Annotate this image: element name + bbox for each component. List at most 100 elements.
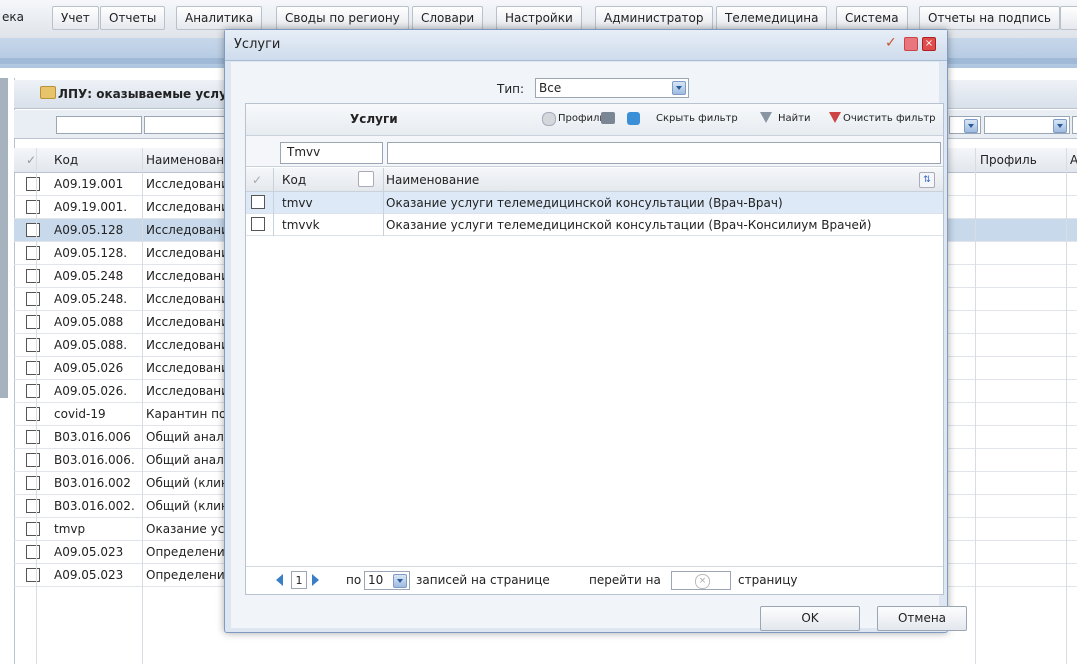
menu-item-svody[interactable]: Своды по региону (276, 6, 409, 30)
table-row[interactable]: tmvvk Оказание услуги телемедицинской кон… (246, 214, 943, 236)
sort-icon[interactable]: ⇅ (919, 172, 935, 188)
row-code: B03.016.006 (54, 430, 131, 444)
menu-item-nastroyki[interactable]: Настройки (496, 6, 582, 30)
filter-name-input[interactable] (387, 142, 941, 164)
grid-divider (1066, 148, 1067, 664)
menu-item-partial[interactable]: ека (0, 6, 32, 30)
row-checkbox[interactable] (26, 568, 40, 582)
grid-header: ✓ Код Наименование ⇅ (246, 168, 943, 192)
row-checkbox[interactable] (251, 217, 265, 231)
prev-page-icon[interactable] (276, 574, 283, 586)
row-checkbox[interactable] (26, 177, 40, 191)
row-name: Исследовани (146, 246, 229, 260)
clear-icon[interactable]: × (695, 574, 710, 589)
row-checkbox[interactable] (26, 338, 40, 352)
close-icon[interactable]: × (922, 37, 936, 51)
bg-filter-code[interactable] (56, 116, 142, 134)
upload-icon[interactable] (627, 112, 640, 125)
bg-filter-profile[interactable] (984, 116, 1070, 134)
page-number[interactable]: 1 (291, 571, 307, 589)
left-scrollbar[interactable] (0, 78, 8, 398)
menu-item-otchety[interactable]: Отчеты (100, 6, 166, 30)
type-label: Тип: (497, 82, 525, 96)
clear-filter-button[interactable]: Очистить фильтр (843, 113, 936, 124)
row-code: B03.016.006. (54, 453, 135, 467)
row-checkbox[interactable] (26, 223, 40, 237)
row-code: tmvp (54, 522, 86, 536)
row-checkbox[interactable] (26, 315, 40, 329)
clear-filter-icon (829, 112, 841, 123)
bg-filter-last[interactable] (1072, 116, 1077, 134)
row-code: A09.05.026 (54, 361, 124, 375)
per-page-select[interactable]: 10 (364, 571, 410, 590)
grid-divider (975, 148, 976, 664)
menu-item-more[interactable] (1060, 6, 1077, 30)
row-checkbox[interactable] (26, 269, 40, 283)
menu-item-sistema[interactable]: Система (836, 6, 908, 30)
menu-item-uchet[interactable]: Учет (52, 6, 99, 30)
find-button[interactable]: Найти (778, 113, 810, 124)
hide-filter-button[interactable]: Скрыть фильтр (656, 113, 738, 124)
chevron-down-icon[interactable] (393, 574, 407, 588)
row-name: Исследовани (146, 315, 229, 329)
bg-filter-name[interactable] (144, 116, 234, 134)
row-checkbox[interactable] (26, 361, 40, 375)
row-checkbox[interactable] (26, 476, 40, 490)
row-checkbox[interactable] (26, 246, 40, 260)
col-name[interactable]: Наименовани (146, 153, 232, 167)
row-checkbox[interactable] (26, 522, 40, 536)
grid-divider (142, 148, 143, 664)
row-code: B03.016.002 (54, 476, 131, 490)
grid-filter-row: Tmvv (246, 136, 943, 167)
bg-filter-dropdown[interactable] (949, 116, 981, 134)
row-checkbox[interactable] (26, 545, 40, 559)
table-row[interactable]: tmvv Оказание услуги телемедицинской конс… (246, 192, 943, 214)
row-name: Исследовани (146, 292, 229, 306)
chevron-down-icon[interactable] (672, 81, 686, 95)
menu-item-otchety-na-podpis[interactable]: Отчеты на подпись (919, 6, 1060, 30)
filter-code-input[interactable]: Tmvv (280, 142, 383, 164)
next-page-icon[interactable] (312, 574, 319, 586)
row-checkbox[interactable] (26, 499, 40, 513)
panel-title: ЛПУ: оказываемые услуг (58, 87, 234, 101)
minimize-icon[interactable] (904, 37, 918, 51)
row-checkbox[interactable] (26, 200, 40, 214)
row-name: Оказание услуги телемедицинской консульт… (386, 196, 783, 210)
row-checkbox[interactable] (26, 292, 40, 306)
row-checkbox[interactable] (26, 407, 40, 421)
row-name: Оказание усл (146, 522, 232, 536)
col-last[interactable]: А (1070, 153, 1077, 167)
cancel-button[interactable]: Отмена (877, 606, 967, 631)
dialog-body: Тип: Все Услуги Профиль Скрыть фильтр На… (231, 62, 967, 631)
row-checkbox[interactable] (251, 195, 265, 209)
type-select[interactable]: Все (535, 78, 689, 98)
per-page-value: 10 (368, 573, 384, 587)
col-code-menu[interactable] (358, 171, 374, 187)
page-label: страницу (738, 573, 798, 587)
menu-item-telemedicina[interactable]: Телемедицина (716, 6, 828, 30)
row-name: Исследовани (146, 361, 229, 375)
row-checkbox[interactable] (26, 430, 40, 444)
goto-page-input[interactable]: × (671, 571, 731, 590)
select-all-icon[interactable]: ✓ (252, 173, 262, 187)
menu-item-analitika[interactable]: Аналитика (176, 6, 263, 30)
menu-item-administrator[interactable]: Администратор (595, 6, 713, 30)
select-all-icon[interactable]: ✓ (26, 153, 36, 167)
col-code[interactable]: Код (282, 173, 306, 187)
row-code: A09.05.128. (54, 246, 128, 260)
check-icon[interactable]: ✓ (885, 36, 899, 50)
col-profile[interactable]: Профиль (980, 153, 1037, 167)
col-code[interactable]: Код (54, 153, 78, 167)
row-code: A09.05.248 (54, 269, 124, 283)
menu-item-slovari[interactable]: Словари (412, 6, 484, 30)
profile-button[interactable]: Профиль (558, 113, 605, 124)
row-checkbox[interactable] (26, 384, 40, 398)
col-name[interactable]: Наименование (386, 173, 479, 187)
print-icon[interactable] (601, 112, 615, 124)
row-code: A09.05.248. (54, 292, 128, 306)
row-checkbox[interactable] (26, 453, 40, 467)
ok-button[interactable]: OK (760, 606, 860, 631)
services-dialog: Услуги ✓ × Тип: Все Услуги Профиль Скрыт… (224, 29, 967, 633)
dialog-titlebar: Услуги ✓ × (225, 30, 947, 61)
row-name: Общий (клин (146, 499, 229, 513)
